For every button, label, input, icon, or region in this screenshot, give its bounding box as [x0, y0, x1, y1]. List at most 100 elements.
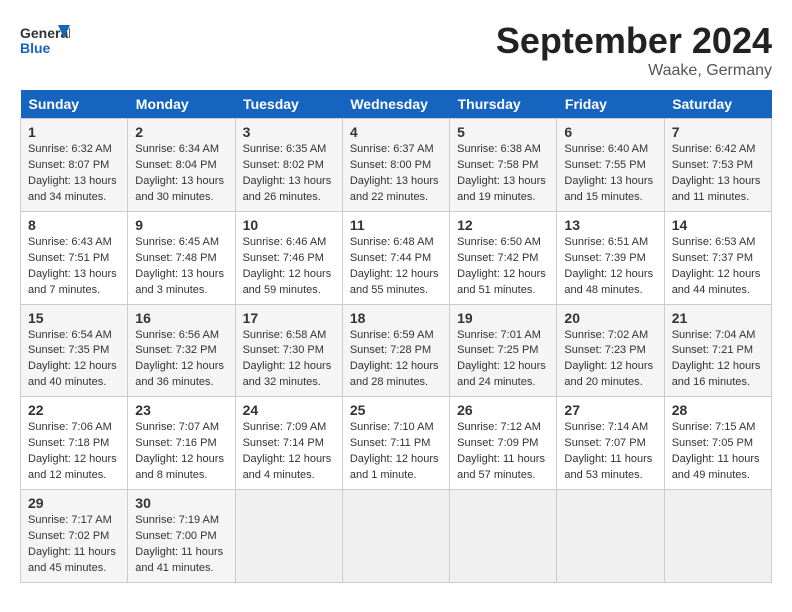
sunset: Sunset: 7:30 PM: [243, 343, 335, 359]
daylight: Daylight: 12 hours and 12 minutes.: [28, 452, 120, 484]
day-info: Sunrise: 6:38 AM Sunset: 7:58 PM Dayligh…: [457, 142, 549, 206]
daylight: Daylight: 12 hours and 24 minutes.: [457, 359, 549, 391]
sunset: Sunset: 7:42 PM: [457, 251, 549, 267]
day-number: 30: [135, 495, 227, 511]
table-row: 5 Sunrise: 6:38 AM Sunset: 7:58 PM Dayli…: [450, 119, 557, 212]
daylight: Daylight: 11 hours and 53 minutes.: [564, 452, 656, 484]
daylight: Daylight: 12 hours and 32 minutes.: [243, 359, 335, 391]
sunset: Sunset: 8:04 PM: [135, 158, 227, 174]
day-number: 8: [28, 217, 120, 233]
table-row: [664, 490, 771, 583]
svg-text:Blue: Blue: [20, 40, 51, 56]
col-monday: Monday: [128, 90, 235, 119]
sunrise: Sunrise: 6:54 AM: [28, 328, 120, 344]
sunset: Sunset: 7:55 PM: [564, 158, 656, 174]
sunset: Sunset: 7:14 PM: [243, 436, 335, 452]
table-row: 22 Sunrise: 7:06 AM Sunset: 7:18 PM Dayl…: [21, 397, 128, 490]
sunset: Sunset: 7:21 PM: [672, 343, 764, 359]
col-sunday: Sunday: [21, 90, 128, 119]
day-number: 4: [350, 124, 442, 140]
sunrise: Sunrise: 6:42 AM: [672, 142, 764, 158]
sunrise: Sunrise: 6:34 AM: [135, 142, 227, 158]
table-row: 15 Sunrise: 6:54 AM Sunset: 7:35 PM Dayl…: [21, 304, 128, 397]
daylight: Daylight: 12 hours and 48 minutes.: [564, 267, 656, 299]
day-info: Sunrise: 6:53 AM Sunset: 7:37 PM Dayligh…: [672, 235, 764, 299]
sunrise: Sunrise: 7:09 AM: [243, 420, 335, 436]
sunrise: Sunrise: 6:40 AM: [564, 142, 656, 158]
daylight: Daylight: 11 hours and 41 minutes.: [135, 545, 227, 577]
day-info: Sunrise: 7:10 AM Sunset: 7:11 PM Dayligh…: [350, 420, 442, 484]
sunrise: Sunrise: 7:12 AM: [457, 420, 549, 436]
day-info: Sunrise: 6:51 AM Sunset: 7:39 PM Dayligh…: [564, 235, 656, 299]
daylight: Daylight: 13 hours and 15 minutes.: [564, 174, 656, 206]
day-number: 2: [135, 124, 227, 140]
daylight: Daylight: 12 hours and 59 minutes.: [243, 267, 335, 299]
location: Waake, Germany: [496, 62, 772, 80]
col-thursday: Thursday: [450, 90, 557, 119]
calendar-week-row: 1 Sunrise: 6:32 AM Sunset: 8:07 PM Dayli…: [21, 119, 772, 212]
table-row: 10 Sunrise: 6:46 AM Sunset: 7:46 PM Dayl…: [235, 211, 342, 304]
day-number: 12: [457, 217, 549, 233]
day-number: 10: [243, 217, 335, 233]
day-number: 22: [28, 402, 120, 418]
sunset: Sunset: 7:05 PM: [672, 436, 764, 452]
daylight: Daylight: 13 hours and 26 minutes.: [243, 174, 335, 206]
day-number: 7: [672, 124, 764, 140]
day-number: 20: [564, 310, 656, 326]
table-row: 7 Sunrise: 6:42 AM Sunset: 7:53 PM Dayli…: [664, 119, 771, 212]
day-number: 9: [135, 217, 227, 233]
day-info: Sunrise: 6:32 AM Sunset: 8:07 PM Dayligh…: [28, 142, 120, 206]
table-row: 2 Sunrise: 6:34 AM Sunset: 8:04 PM Dayli…: [128, 119, 235, 212]
daylight: Daylight: 11 hours and 49 minutes.: [672, 452, 764, 484]
day-number: 18: [350, 310, 442, 326]
table-row: 24 Sunrise: 7:09 AM Sunset: 7:14 PM Dayl…: [235, 397, 342, 490]
sunrise: Sunrise: 6:58 AM: [243, 328, 335, 344]
day-info: Sunrise: 6:40 AM Sunset: 7:55 PM Dayligh…: [564, 142, 656, 206]
day-number: 3: [243, 124, 335, 140]
table-row: 16 Sunrise: 6:56 AM Sunset: 7:32 PM Dayl…: [128, 304, 235, 397]
day-number: 1: [28, 124, 120, 140]
day-number: 28: [672, 402, 764, 418]
daylight: Daylight: 12 hours and 51 minutes.: [457, 267, 549, 299]
daylight: Daylight: 13 hours and 34 minutes.: [28, 174, 120, 206]
sunrise: Sunrise: 7:14 AM: [564, 420, 656, 436]
sunrise: Sunrise: 6:45 AM: [135, 235, 227, 251]
calendar-week-row: 29 Sunrise: 7:17 AM Sunset: 7:02 PM Dayl…: [21, 490, 772, 583]
sunrise: Sunrise: 7:15 AM: [672, 420, 764, 436]
sunset: Sunset: 7:28 PM: [350, 343, 442, 359]
sunset: Sunset: 7:35 PM: [28, 343, 120, 359]
table-row: 23 Sunrise: 7:07 AM Sunset: 7:16 PM Dayl…: [128, 397, 235, 490]
table-row: 30 Sunrise: 7:19 AM Sunset: 7:00 PM Dayl…: [128, 490, 235, 583]
sunset: Sunset: 8:00 PM: [350, 158, 442, 174]
day-number: 6: [564, 124, 656, 140]
sunrise: Sunrise: 6:38 AM: [457, 142, 549, 158]
sunrise: Sunrise: 6:53 AM: [672, 235, 764, 251]
table-row: [450, 490, 557, 583]
day-number: 27: [564, 402, 656, 418]
daylight: Daylight: 13 hours and 30 minutes.: [135, 174, 227, 206]
day-info: Sunrise: 7:15 AM Sunset: 7:05 PM Dayligh…: [672, 420, 764, 484]
day-number: 16: [135, 310, 227, 326]
table-row: 21 Sunrise: 7:04 AM Sunset: 7:21 PM Dayl…: [664, 304, 771, 397]
table-row: 9 Sunrise: 6:45 AM Sunset: 7:48 PM Dayli…: [128, 211, 235, 304]
day-info: Sunrise: 7:06 AM Sunset: 7:18 PM Dayligh…: [28, 420, 120, 484]
header-row: Sunday Monday Tuesday Wednesday Thursday…: [21, 90, 772, 119]
day-info: Sunrise: 6:58 AM Sunset: 7:30 PM Dayligh…: [243, 328, 335, 392]
col-tuesday: Tuesday: [235, 90, 342, 119]
sunrise: Sunrise: 7:06 AM: [28, 420, 120, 436]
day-info: Sunrise: 7:07 AM Sunset: 7:16 PM Dayligh…: [135, 420, 227, 484]
daylight: Daylight: 13 hours and 19 minutes.: [457, 174, 549, 206]
daylight: Daylight: 12 hours and 28 minutes.: [350, 359, 442, 391]
day-number: 11: [350, 217, 442, 233]
sunrise: Sunrise: 7:10 AM: [350, 420, 442, 436]
day-number: 25: [350, 402, 442, 418]
sunrise: Sunrise: 6:56 AM: [135, 328, 227, 344]
sunrise: Sunrise: 7:07 AM: [135, 420, 227, 436]
daylight: Daylight: 12 hours and 20 minutes.: [564, 359, 656, 391]
table-row: 20 Sunrise: 7:02 AM Sunset: 7:23 PM Dayl…: [557, 304, 664, 397]
daylight: Daylight: 13 hours and 3 minutes.: [135, 267, 227, 299]
day-info: Sunrise: 7:01 AM Sunset: 7:25 PM Dayligh…: [457, 328, 549, 392]
sunset: Sunset: 7:16 PM: [135, 436, 227, 452]
day-info: Sunrise: 7:02 AM Sunset: 7:23 PM Dayligh…: [564, 328, 656, 392]
day-info: Sunrise: 6:59 AM Sunset: 7:28 PM Dayligh…: [350, 328, 442, 392]
